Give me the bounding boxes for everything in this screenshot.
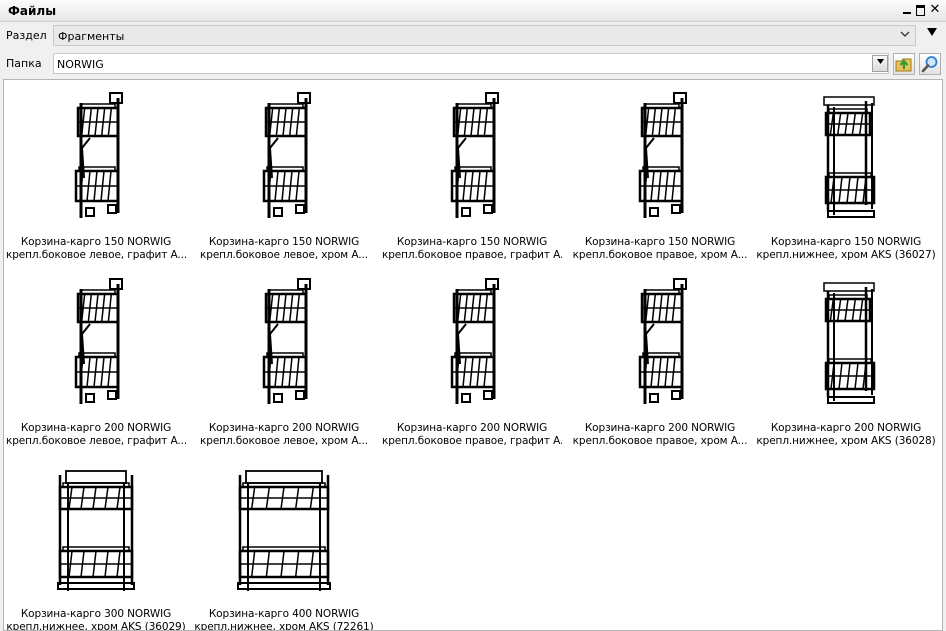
fragment-caption-line2: крепл.боковое левое, графит A... [6, 435, 186, 447]
fragment-caption-line1: Корзина-карго 150 NORWIG [20, 236, 172, 248]
section-select[interactable]: Фрагменты [53, 25, 916, 46]
folder-dropdown-button[interactable] [872, 55, 888, 72]
fragment-caption-line2: крепл.нижнее, хром AKS (36029) [6, 621, 186, 631]
search-icon [921, 56, 938, 73]
fragment-caption-line2: крепл.боковое правое, хром A... [572, 435, 748, 447]
fragment-item[interactable]: Корзина-карго 200 NORWIG крепл.боковое ле… [194, 274, 374, 454]
fragment-caption-line2: крепл.нижнее, хром AKS (36028) [756, 435, 936, 447]
fragment-thumbnail [638, 92, 687, 218]
fragment-thumbnail [237, 470, 331, 591]
dropdown-menu-icon[interactable] [926, 26, 938, 42]
folder-input-value: NORWIG [57, 58, 104, 71]
fragment-thumbnail [262, 92, 311, 218]
fragment-caption-line1: Корзина-карго 200 NORWIG [770, 422, 922, 434]
fragment-caption-line1: Корзина-карго 150 NORWIG [208, 236, 360, 248]
fragment-caption-line1: Корзина-карго 150 NORWIG [396, 236, 548, 248]
fragment-thumbnail [450, 92, 499, 218]
fragment-item[interactable]: Корзина-карго 200 NORWIG крепл.боковое пр… [570, 274, 750, 454]
fragment-thumbnail [74, 278, 123, 404]
fragment-caption-line2: крепл.нижнее, хром AKS (72261) [194, 621, 374, 631]
folder-up-button[interactable] [893, 53, 915, 75]
chevron-down-icon [899, 28, 911, 43]
fragment-caption-line1: Корзина-карго 150 NORWIG [770, 236, 922, 248]
fragment-thumbnail [823, 282, 876, 404]
fragment-thumbnail [74, 92, 123, 218]
fragment-thumbnail [823, 96, 876, 218]
fragment-item[interactable]: Корзина-карго 150 NORWIG крепл.боковое пр… [570, 88, 750, 268]
close-icon[interactable]: ✕ [928, 2, 942, 18]
fragment-caption-line2: крепл.боковое правое, хром A... [572, 249, 748, 261]
fragments-panel: Корзина-карго 150 NORWIG крепл.боковое ле… [3, 79, 943, 631]
section-select-value: Фрагменты [58, 30, 125, 43]
fragment-caption-line1: Корзина-карго 300 NORWIG [20, 608, 172, 620]
fragment-thumbnail [262, 278, 311, 404]
triangle-down-icon [876, 59, 884, 64]
fragment-caption-line2: крепл.боковое левое, графит A... [6, 249, 186, 261]
fragment-caption-line2: крепл.боковое правое, графит A... [382, 249, 562, 261]
fragment-thumbnail [450, 278, 499, 404]
fragment-caption-line2: крепл.боковое левое, хром A... [200, 435, 368, 447]
section-label: Раздел [6, 29, 47, 42]
minimize-icon[interactable] [900, 2, 914, 18]
folder-row: Папка NORWIG [0, 50, 946, 78]
fragment-item[interactable]: Корзина-карго 150 NORWIG крепл.боковое ле… [194, 88, 374, 268]
window-title: Файлы [8, 4, 57, 18]
maximize-icon[interactable] [914, 2, 928, 18]
fragment-caption-line2: крепл.нижнее, хром AKS (36027) [756, 249, 936, 261]
fragment-thumbnail [638, 278, 687, 404]
fragment-caption-line1: Корзина-карго 400 NORWIG [208, 608, 360, 620]
fragment-item[interactable]: Корзина-карго 150 NORWIG крепл.боковое ле… [6, 88, 186, 268]
search-button[interactable] [919, 53, 941, 75]
fragment-item[interactable]: Корзина-карго 400 NORWIG крепл.нижнее, хр… [194, 460, 374, 631]
fragment-item[interactable]: Корзина-карго 200 NORWIG крепл.боковое пр… [382, 274, 562, 454]
fragment-caption-line1: Корзина-карго 200 NORWIG [396, 422, 548, 434]
folder-label: Папка [6, 57, 42, 70]
folder-input[interactable]: NORWIG [53, 53, 889, 74]
fragment-caption-line1: Корзина-карго 200 NORWIG [20, 422, 172, 434]
fragment-item[interactable]: Корзина-карго 150 NORWIG крепл.нижнее, хр… [756, 88, 936, 268]
fragment-caption-line1: Корзина-карго 200 NORWIG [208, 422, 360, 434]
fragment-caption-line1: Корзина-карго 200 NORWIG [584, 422, 736, 434]
fragment-caption-line2: крепл.боковое правое, графит A... [382, 435, 562, 447]
folder-up-icon [895, 58, 912, 72]
fragment-item[interactable]: Корзина-карго 200 NORWIG крепл.боковое ле… [6, 274, 186, 454]
fragment-thumbnail [57, 470, 135, 591]
files-window: Файлы ✕ Раздел Фрагменты Папка NORWIG Ко… [0, 0, 946, 631]
fragment-item[interactable]: Корзина-карго 150 NORWIG крепл.боковое пр… [382, 88, 562, 268]
title-bar: Файлы ✕ [0, 0, 946, 22]
fragment-caption-line1: Корзина-карго 150 NORWIG [584, 236, 736, 248]
fragment-item[interactable]: Корзина-карго 300 NORWIG крепл.нижнее, хр… [6, 460, 186, 631]
section-row: Раздел Фрагменты [0, 22, 946, 50]
fragment-item[interactable]: Корзина-карго 200 NORWIG крепл.нижнее, хр… [756, 274, 936, 454]
fragment-caption-line2: крепл.боковое левое, хром A... [200, 249, 368, 261]
